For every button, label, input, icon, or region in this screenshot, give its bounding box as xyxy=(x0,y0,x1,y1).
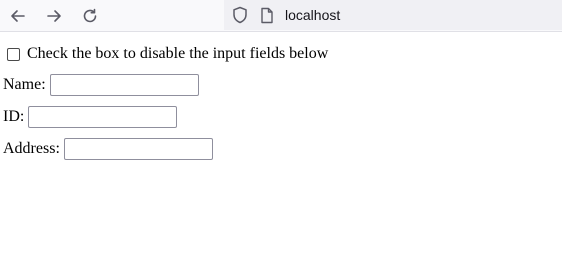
disable-checkbox-row: Check the box to disable the input field… xyxy=(3,45,328,63)
back-button[interactable] xyxy=(6,4,30,28)
id-input[interactable] xyxy=(28,106,178,128)
page-content: Check the box to disable the input field… xyxy=(0,33,562,264)
id-label: ID: xyxy=(3,108,25,125)
reload-icon xyxy=(83,8,97,23)
name-input[interactable] xyxy=(49,74,199,96)
address-input[interactable] xyxy=(63,138,213,160)
forward-button[interactable] xyxy=(42,4,66,28)
url-text: localhost xyxy=(285,7,341,23)
arrow-right-icon xyxy=(47,10,61,22)
address-bar[interactable]: localhost xyxy=(224,0,562,30)
reload-button[interactable] xyxy=(78,4,102,28)
address-label: Address: xyxy=(3,140,60,157)
arrow-left-icon xyxy=(11,10,25,22)
browser-toolbar: localhost xyxy=(0,0,562,32)
shield-icon[interactable] xyxy=(230,5,250,25)
name-row: Name: xyxy=(3,74,199,96)
name-label: Name: xyxy=(3,76,46,93)
disable-fields-checkbox[interactable] xyxy=(7,47,20,61)
checkbox-label: Check the box to disable the input field… xyxy=(27,45,329,62)
id-row: ID: xyxy=(3,106,178,128)
address-row: Address: xyxy=(3,138,213,160)
page-icon[interactable] xyxy=(257,5,277,25)
